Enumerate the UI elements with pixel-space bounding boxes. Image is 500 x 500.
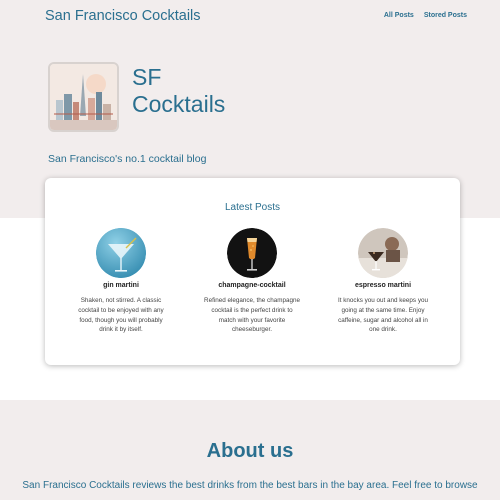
latest-posts-card: Latest Posts gin martini Shaken, not sti…: [45, 178, 460, 365]
hero-title: SF Cocktails: [132, 64, 252, 118]
post-description-line: going at the same time. Enjoy: [341, 306, 425, 314]
logo-image: [48, 62, 119, 132]
post-description-line: cheeseburger.: [232, 326, 272, 334]
post-description-line: one drink.: [369, 326, 397, 334]
nav-stored-posts[interactable]: Stored Posts: [424, 12, 467, 19]
nav-all-posts[interactable]: All Posts: [384, 12, 414, 19]
main-nav: All Posts Stored Posts: [384, 12, 467, 19]
post-description-line: drink it by itself.: [99, 326, 143, 334]
tagline: San Francisco's no.1 cocktail blog: [48, 153, 207, 165]
post-champagne-cocktail[interactable]: champagne-cocktail Refined elegance, the…: [190, 228, 314, 335]
martini-glass-photo: [96, 228, 146, 278]
post-description-line: It knocks you out and keeps you: [338, 297, 428, 304]
post-description: Shaken, not stirred. A classic cocktail …: [59, 296, 183, 335]
post-description-line: cocktail to be enjoyed with any: [78, 306, 164, 314]
site-header: San Francisco Cocktails All Posts Stored…: [0, 0, 500, 34]
about-text: San Francisco Cocktails reviews the best…: [22, 480, 478, 491]
post-espresso-martini[interactable]: espresso martini It knocks you out and k…: [321, 228, 445, 335]
post-description-line: Refined elegance, the champagne: [204, 297, 300, 304]
post-description-line: food, though you will probably: [79, 316, 163, 324]
post-name: espresso martini: [354, 282, 412, 289]
post-description-line: caffeine, sugar and alcohol all in: [338, 316, 428, 324]
post-description-line: cocktail is the perfect drink to: [211, 306, 293, 314]
champagne-flute-photo: [227, 228, 277, 278]
post-description: Refined elegance, the champagne cocktail…: [190, 296, 314, 335]
san-francisco-skyline-icon: [50, 64, 117, 130]
hero-title-line2: Cocktails: [132, 91, 226, 117]
about-title: About us: [206, 440, 294, 462]
site-title-link[interactable]: San Francisco Cocktails: [45, 8, 201, 24]
post-description-line: Shaken, not stirred. A classic: [80, 297, 162, 304]
post-description: It knocks you out and keeps you going at…: [321, 296, 445, 335]
hero-title-line1: SF: [132, 64, 162, 90]
post-gin-martini[interactable]: gin martini Shaken, not stirred. A class…: [59, 228, 183, 335]
latest-posts-title: Latest Posts: [224, 202, 281, 213]
post-name: gin martini: [103, 282, 139, 289]
post-description-line: match with your favorite: [218, 316, 286, 324]
espresso-martini-photo: [358, 228, 408, 278]
post-name: champagne-cocktail: [218, 282, 286, 289]
